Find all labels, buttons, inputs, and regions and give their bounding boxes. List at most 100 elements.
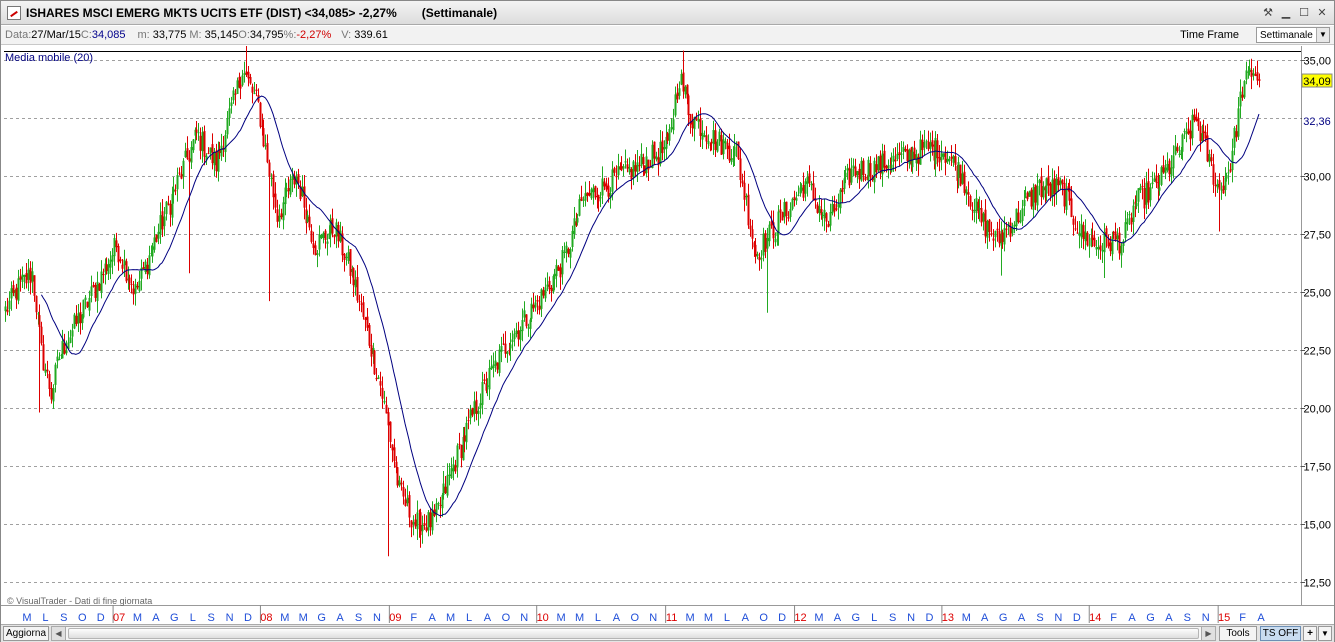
candle-body — [31, 271, 34, 282]
x-tick-label: M — [685, 612, 694, 624]
menu-button[interactable]: ▼ — [1318, 626, 1332, 641]
candle-body — [56, 356, 59, 362]
candle-body — [1003, 228, 1006, 245]
candle-body — [224, 134, 227, 153]
candle-body — [339, 230, 342, 242]
candle-body — [691, 120, 694, 129]
candle-body — [808, 173, 811, 184]
horizontal-scrollbar[interactable]: ◀ ▶ — [51, 626, 1216, 641]
refresh-button[interactable]: Aggiorna — [3, 626, 49, 641]
x-tick-label: D — [244, 612, 252, 624]
candle-body — [148, 255, 151, 276]
x-tick-label: S — [1036, 612, 1043, 624]
maximize-icon[interactable]: ☐ — [1296, 4, 1312, 20]
candle-body — [285, 190, 288, 192]
candle-body — [1130, 217, 1133, 225]
candle-body — [622, 166, 625, 169]
x-tick-label: S — [355, 612, 362, 624]
scroll-left-icon[interactable]: ◀ — [52, 627, 66, 640]
candle-body — [837, 204, 840, 208]
candle-body — [496, 362, 499, 370]
candle-body — [155, 234, 158, 242]
candle-body — [19, 276, 22, 280]
candle-body — [670, 127, 673, 129]
candle-body — [1055, 178, 1058, 193]
x-tick-label: M — [280, 612, 289, 624]
x-tick-label: A — [484, 612, 492, 624]
candle-body — [324, 230, 327, 240]
candle-body — [638, 165, 641, 167]
candle-body — [241, 75, 244, 86]
candle-body — [23, 274, 26, 277]
candle-body — [850, 168, 853, 183]
scroll-right-icon[interactable]: ▶ — [1201, 627, 1215, 640]
candle-body — [425, 527, 428, 531]
candle-body — [967, 192, 970, 195]
candle-body — [408, 495, 411, 518]
candle-body — [513, 333, 516, 340]
candle-body — [1220, 189, 1223, 191]
candle-body — [1233, 127, 1236, 148]
candle-body — [314, 245, 317, 256]
candle-body — [486, 385, 489, 387]
candle-body — [1208, 154, 1211, 163]
x-tick-label: F — [1239, 612, 1246, 624]
candle-body — [199, 135, 202, 151]
candle-body — [349, 249, 352, 276]
scrollbar-thumb[interactable] — [68, 628, 1199, 639]
x-tick-label: F — [1110, 612, 1117, 624]
candle-body — [1145, 182, 1148, 205]
ts-off-button[interactable]: TS OFF — [1260, 626, 1301, 641]
chart-window: ISHARES MSCI EMERG MKTS UCITS ETF (DIST)… — [0, 0, 1335, 642]
candle-body — [439, 504, 442, 506]
candle-body — [816, 204, 819, 213]
candle-body — [701, 132, 704, 140]
candle-body — [580, 197, 583, 201]
close-value: 34,085 — [91, 29, 126, 41]
candle-body — [1005, 228, 1008, 230]
candle-body — [590, 189, 593, 199]
candle-body — [107, 263, 110, 274]
title-bar[interactable]: ISHARES MSCI EMERG MKTS UCITS ETF (DIST)… — [1, 1, 1334, 25]
tools-icon[interactable]: ⚒ — [1260, 4, 1276, 20]
candle-body — [383, 400, 386, 403]
tools-button[interactable]: Tools — [1219, 626, 1257, 641]
candle-body — [1210, 157, 1213, 162]
candle-body — [1235, 131, 1238, 138]
candle-body — [364, 317, 367, 321]
candle-body — [1086, 232, 1089, 246]
price-chart[interactable]: 12,50 15,00 17,50 20,00 22,50 25,00 27,50 30,00… — [1, 46, 1334, 624]
candle-body — [362, 302, 365, 317]
x-tick-label: 09 — [389, 612, 401, 624]
candle-body — [1164, 167, 1167, 174]
add-button[interactable]: + — [1303, 626, 1317, 641]
minimize-icon[interactable]: ▁ — [1278, 4, 1294, 20]
candle-body — [71, 330, 74, 337]
candle-body — [1049, 183, 1052, 196]
candle-body — [268, 162, 271, 177]
candle-body — [684, 86, 687, 95]
x-tick-label: A — [152, 612, 160, 624]
candle-body — [854, 166, 857, 176]
y-tick-label: 12,50 — [1303, 578, 1331, 590]
x-tick-label: D — [926, 612, 934, 624]
x-tick-label: A — [981, 612, 989, 624]
candle-body — [165, 201, 168, 215]
chevron-down-icon[interactable]: ▼ — [1316, 28, 1329, 42]
x-tick-label: A — [1165, 612, 1173, 624]
close-icon[interactable]: ✕ — [1314, 4, 1330, 20]
x-tick-label: S — [60, 612, 67, 624]
candle-body — [17, 278, 20, 301]
candle-body — [856, 171, 859, 176]
candle-body — [1231, 150, 1234, 171]
candle-body — [1258, 79, 1261, 81]
candle-body — [975, 198, 978, 211]
candle-body — [536, 300, 539, 302]
indicator-label[interactable]: Media mobile (20) — [5, 52, 93, 64]
timeframe-select[interactable]: Settimanale ▼ — [1256, 27, 1330, 43]
candle-body — [123, 259, 126, 266]
candle-body — [521, 319, 524, 332]
candle-body — [990, 233, 993, 235]
max-value: 35,145 — [204, 29, 239, 41]
candle-body — [1202, 130, 1205, 133]
